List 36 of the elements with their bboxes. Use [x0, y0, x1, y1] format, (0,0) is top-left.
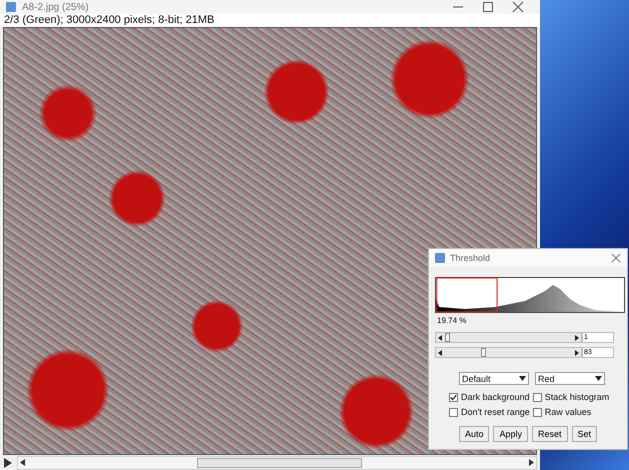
checkbox[interactable] — [532, 392, 542, 402]
checkbox-label: Raw values — [544, 407, 592, 417]
slider-right-icon[interactable] — [574, 334, 579, 340]
dialog-button[interactable]: Auto — [458, 426, 490, 442]
scroll-right-icon[interactable] — [528, 459, 534, 466]
scroll-thumb[interactable] — [197, 458, 362, 468]
slider-thumb[interactable] — [481, 348, 486, 357]
dialog-button[interactable]: Apply — [493, 426, 528, 442]
close-icon[interactable] — [512, 1, 524, 13]
dropdown[interactable]: Default — [459, 372, 529, 385]
scroll-left-icon[interactable] — [20, 459, 26, 466]
app-icon — [6, 2, 16, 12]
dialog-button[interactable]: Set — [572, 426, 598, 442]
caret-icon — [595, 376, 602, 381]
slider-right-icon[interactable] — [574, 350, 579, 356]
percentage-label: 19.74 % — [437, 316, 468, 327]
window-title: A8-2.jpg (25%) — [22, 2, 90, 12]
checkbox-label: Stack histogram — [544, 392, 610, 402]
app-icon — [435, 253, 445, 263]
checkbox-label: Don't reset range — [461, 407, 530, 417]
play-icon[interactable] — [3, 456, 13, 468]
checkbox[interactable] — [449, 392, 458, 402]
slider-left-icon[interactable] — [438, 334, 443, 340]
checkbox[interactable] — [532, 408, 542, 416]
checkbox-label: Dark background — [461, 392, 530, 402]
dialog-title: Threshold — [450, 253, 492, 263]
horizontal-scrollbar[interactable] — [17, 456, 537, 470]
maximize-icon[interactable] — [482, 1, 494, 13]
slider-left-icon[interactable] — [438, 350, 443, 356]
caret-icon — [519, 376, 526, 381]
close-icon[interactable] — [611, 253, 621, 263]
dialog-button[interactable]: Reset — [532, 426, 568, 442]
slider-thumb[interactable] — [445, 333, 450, 342]
checkbox[interactable] — [449, 408, 458, 416]
dropdown[interactable]: Red — [535, 372, 605, 385]
image-info: 2/3 (Green); 3000x2400 pixels; 8-bit; 21MB — [0, 14, 540, 27]
